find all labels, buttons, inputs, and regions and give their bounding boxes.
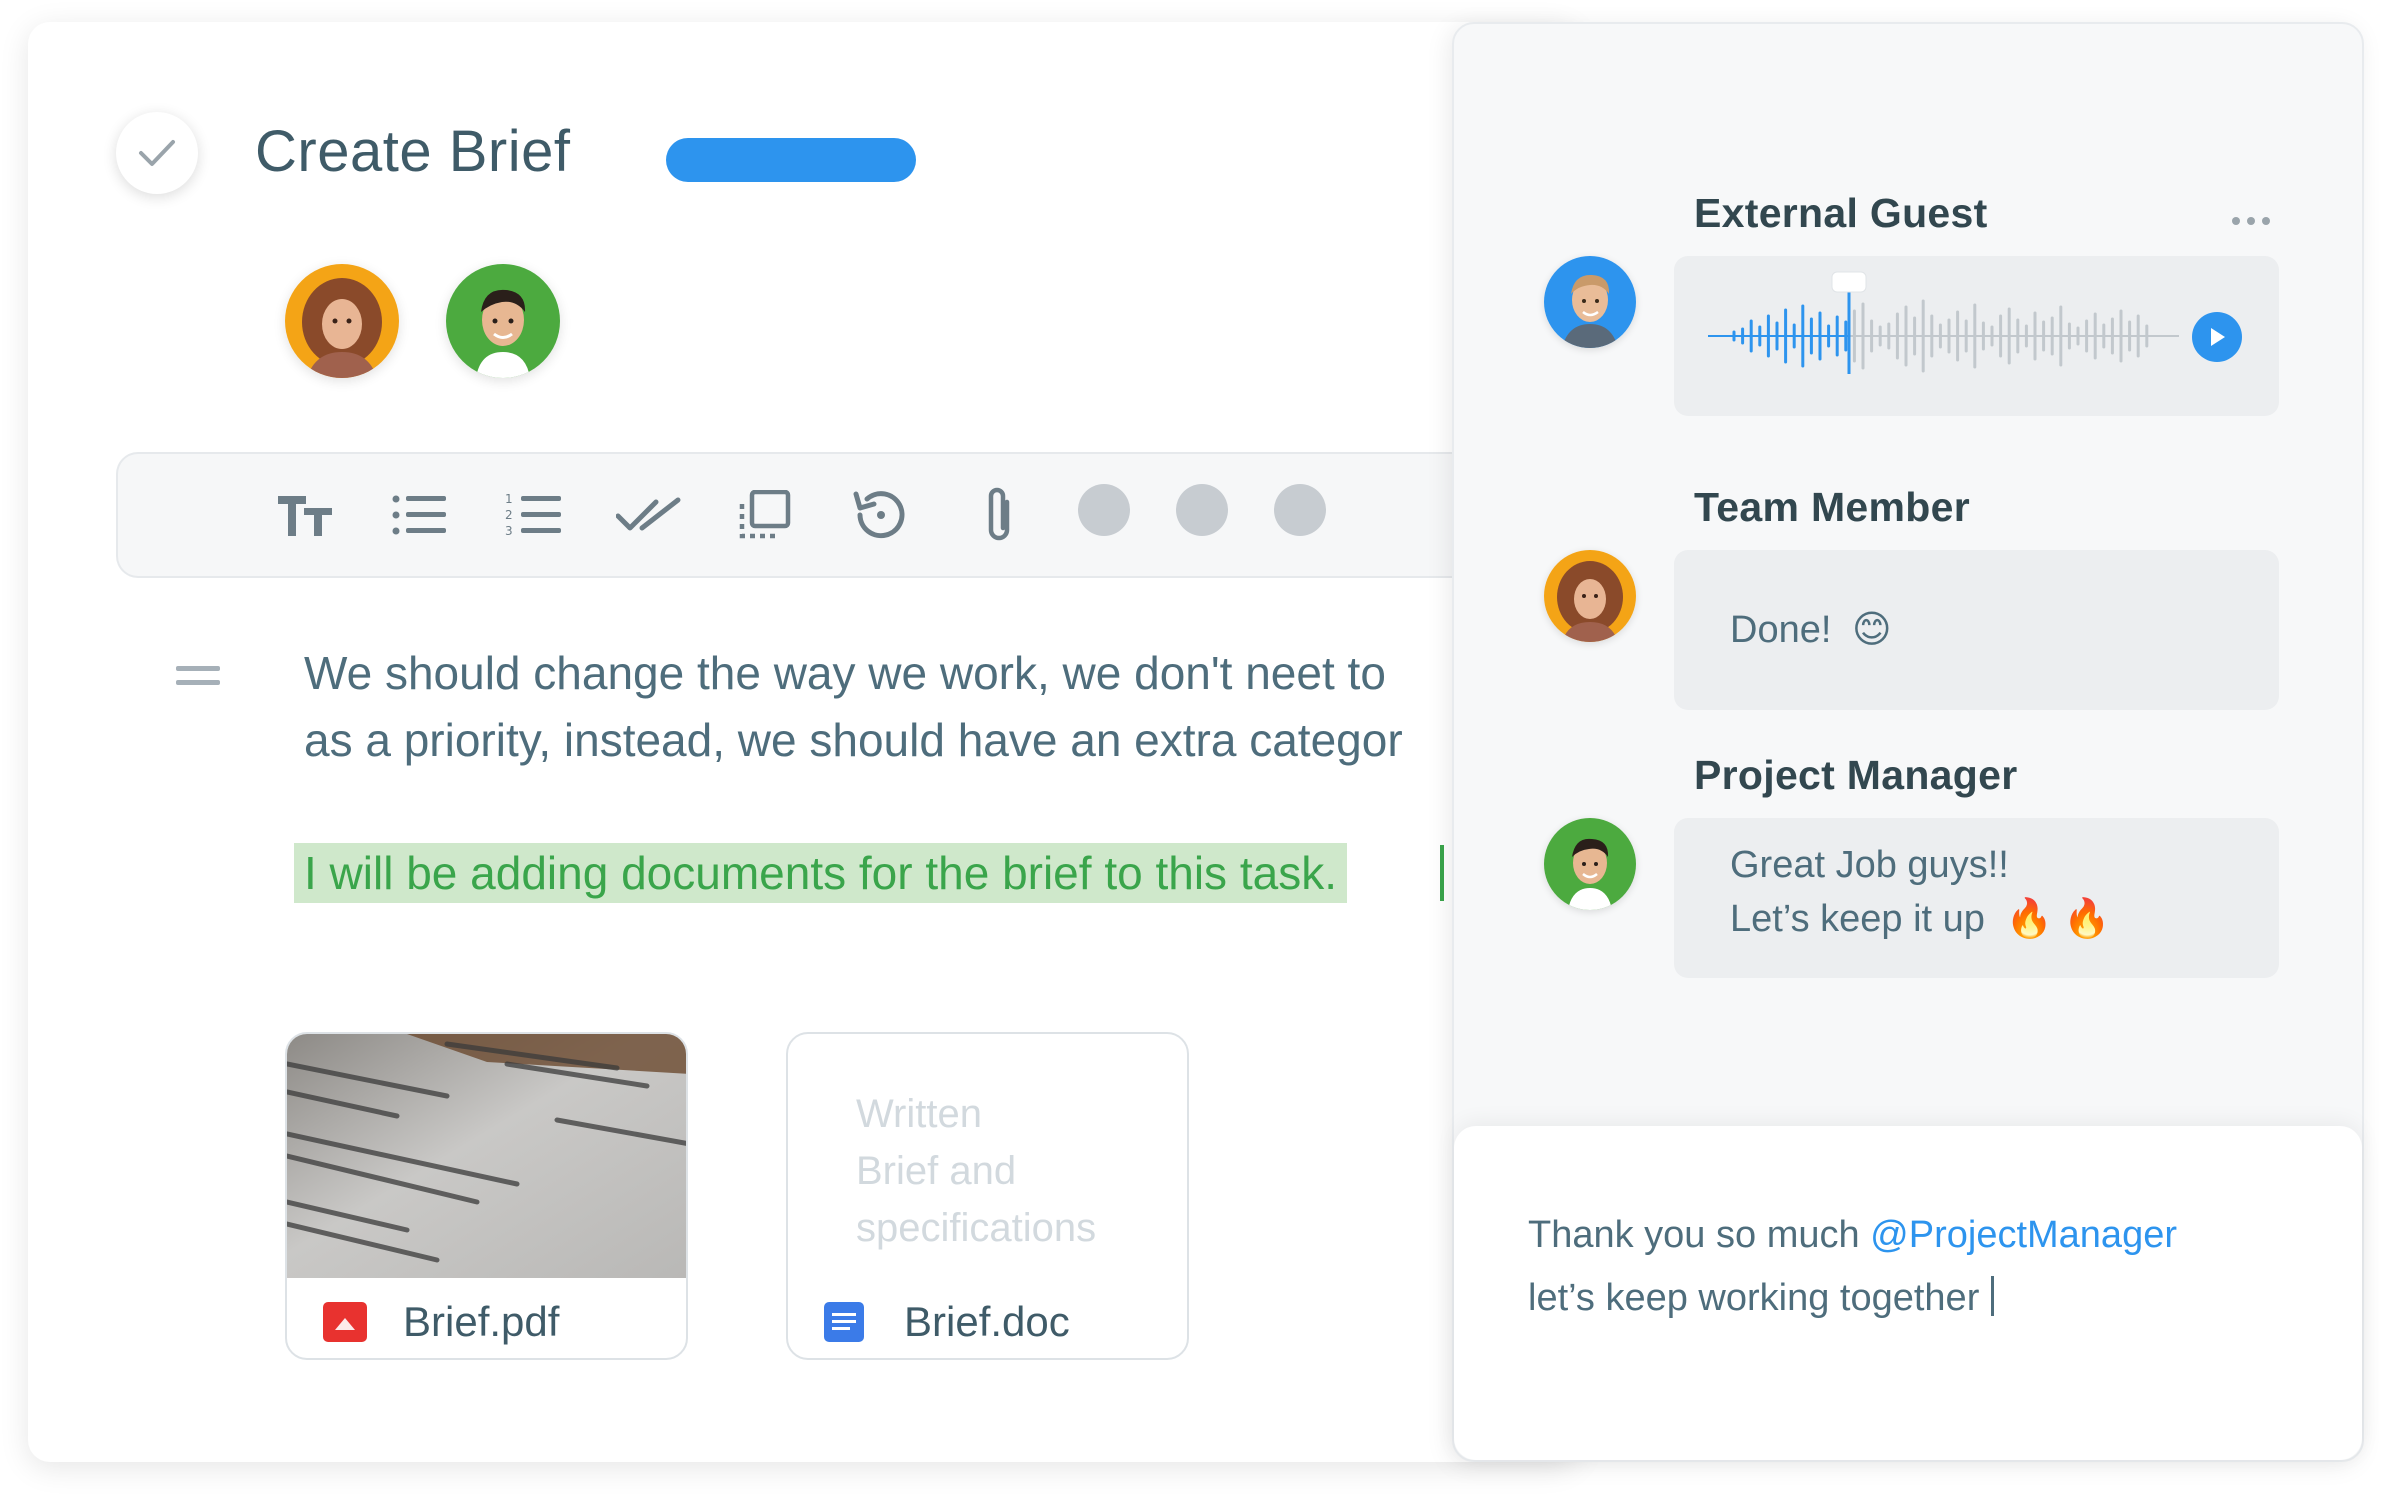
message-text: Great Job guys!! Let’s keep it up 🔥 🔥	[1730, 844, 2111, 940]
attachment-icon	[988, 487, 1010, 541]
attach-file-button[interactable]	[964, 454, 1034, 576]
attachment-name: Brief.doc	[904, 1298, 1070, 1345]
checklist-icon	[616, 497, 681, 531]
play-button[interactable]	[2192, 312, 2242, 362]
sender-name: Project Manager	[1694, 752, 2018, 798]
play-icon	[2211, 328, 2225, 346]
attachment-doc[interactable]: Written Brief and specifications Brief.d…	[786, 1032, 1189, 1360]
assignee-avatar-man[interactable]	[446, 264, 560, 378]
description-line-1: We should change the way we work, we don…	[304, 647, 1386, 699]
select-area-icon	[739, 490, 791, 539]
toolbar-more-dot-3[interactable]	[1274, 484, 1326, 536]
checklist-button[interactable]	[612, 454, 686, 576]
svg-text:2: 2	[505, 508, 513, 522]
bullet-list-button[interactable]	[384, 454, 454, 576]
svg-text:1: 1	[505, 492, 513, 506]
reply-cursor	[1991, 1276, 1995, 1316]
pdf-thumbnail	[287, 1034, 686, 1278]
more-options-icon[interactable]	[2232, 214, 2272, 228]
fire-emoji-icon: 🔥 🔥	[2005, 898, 2111, 940]
text-size-button[interactable]	[270, 454, 340, 576]
highlighted-text[interactable]: I will be adding documents for the brief…	[294, 843, 1347, 903]
history-button[interactable]	[844, 454, 914, 576]
pdf-file-icon	[323, 1302, 367, 1342]
sender-name: Team Member	[1694, 484, 1970, 530]
sender-name: External Guest	[1694, 190, 1988, 236]
editor-toolbar: 1 2 3	[116, 452, 1496, 578]
description-line-2: as a priority, instead, we should have a…	[304, 714, 1403, 766]
toolbar-more-dot-2[interactable]	[1176, 484, 1228, 536]
status-badge[interactable]	[666, 138, 916, 182]
task-description[interactable]: We should change the way we work, we don…	[304, 640, 1454, 774]
doc-preview-text: Written Brief and specifications	[856, 1092, 1097, 1250]
voice-message-bubble[interactable]	[1674, 256, 2279, 416]
numbered-list-icon: 1 2 3	[505, 492, 561, 538]
drag-handle-icon[interactable]	[176, 666, 220, 688]
team-member-avatar[interactable]	[1544, 550, 1636, 642]
bullet-list-icon	[392, 495, 446, 535]
assignee-avatar-woman[interactable]	[285, 264, 399, 378]
history-icon	[853, 491, 905, 539]
voice-waveform[interactable]	[1674, 256, 2279, 416]
svg-text:3: 3	[505, 524, 513, 538]
attachment-pdf[interactable]: Brief.pdf	[285, 1032, 688, 1360]
checkmark-icon	[139, 140, 175, 166]
attachment-name: Brief.pdf	[403, 1298, 560, 1345]
message-bubble: Great Job guys!! Let’s keep it up 🔥 🔥	[1674, 818, 2279, 978]
external-guest-avatar[interactable]	[1544, 256, 1636, 348]
text-cursor	[1440, 845, 1444, 901]
message-text: Done! 😊	[1730, 609, 1892, 651]
select-area-button[interactable]	[730, 454, 800, 576]
project-manager-avatar[interactable]	[1544, 818, 1636, 910]
message-bubble: Done! 😊	[1674, 550, 2279, 710]
smile-emoji-icon: 😊	[1851, 609, 1892, 651]
toolbar-more-dot-1[interactable]	[1078, 484, 1130, 536]
task-title: Create Brief	[255, 119, 571, 184]
mention-link[interactable]: @ProjectManager	[1870, 1214, 2177, 1256]
text-size-icon	[278, 496, 332, 536]
reply-text: Thank you so much @ProjectManager let’s …	[1528, 1214, 2177, 1319]
playhead-handle[interactable]	[1831, 271, 1867, 293]
complete-task-button[interactable]	[116, 112, 198, 194]
numbered-list-button[interactable]: 1 2 3	[498, 454, 568, 576]
doc-file-icon	[824, 1302, 864, 1342]
reply-input[interactable]: Thank you so much @ProjectManager let’s …	[1454, 1126, 2362, 1460]
